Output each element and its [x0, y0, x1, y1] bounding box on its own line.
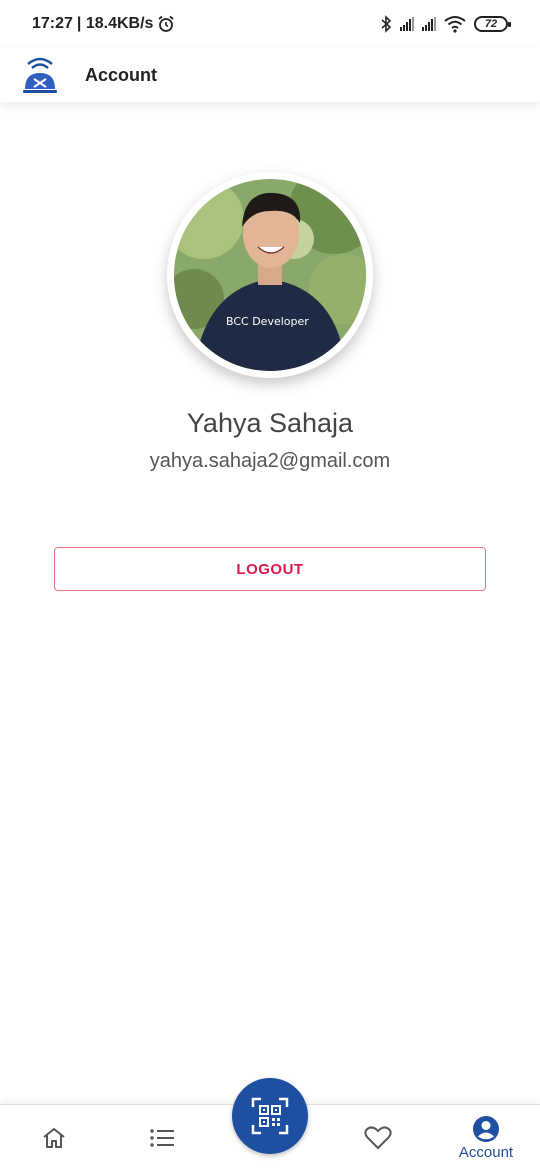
account-icon: [473, 1116, 499, 1142]
alarm-icon: [158, 15, 175, 32]
user-name: Yahya Sahaja: [186, 408, 354, 438]
battery-icon: 72: [474, 16, 511, 32]
signal-icon: [400, 17, 414, 31]
profile-photo: BCC Developer: [174, 179, 366, 371]
avatar-frame: BCC Developer: [167, 172, 373, 378]
page-title: Account: [85, 64, 157, 85]
nav-favorites[interactable]: [354, 1105, 402, 1170]
status-time: 17:27: [32, 15, 73, 32]
app-logo-icon: [23, 57, 57, 93]
nav-home[interactable]: [30, 1105, 78, 1170]
logout-label: LOGOUT: [236, 560, 304, 578]
battery-level: 72: [484, 18, 498, 30]
avatar: BCC Developer: [174, 179, 366, 371]
nav-account-label: Account: [458, 1144, 514, 1161]
status-network-speed: | 18.4KB/s: [76, 15, 154, 32]
wifi-icon: [444, 16, 466, 33]
qr-scan-button[interactable]: [232, 1078, 308, 1154]
home-icon: [43, 1128, 65, 1148]
signal-icon: [422, 17, 436, 31]
bluetooth-icon: [381, 15, 392, 33]
status-bar: 17:27 | 18.4KB/s 72: [0, 0, 540, 48]
shirt-text: BCC Developer: [226, 315, 309, 328]
status-right: 72: [380, 15, 511, 33]
status-left: 17:27 | 18.4KB/s: [32, 15, 175, 33]
user-email: yahya.sahaja2@gmail.com: [149, 450, 391, 472]
qr-scan-icon: [251, 1097, 289, 1135]
app-bar: Account: [0, 48, 540, 102]
heart-icon: [364, 1126, 392, 1150]
list-icon: [150, 1129, 174, 1147]
nav-list[interactable]: [138, 1105, 186, 1170]
logout-button[interactable]: LOGOUT: [54, 547, 486, 591]
nav-account[interactable]: Account: [446, 1105, 526, 1170]
